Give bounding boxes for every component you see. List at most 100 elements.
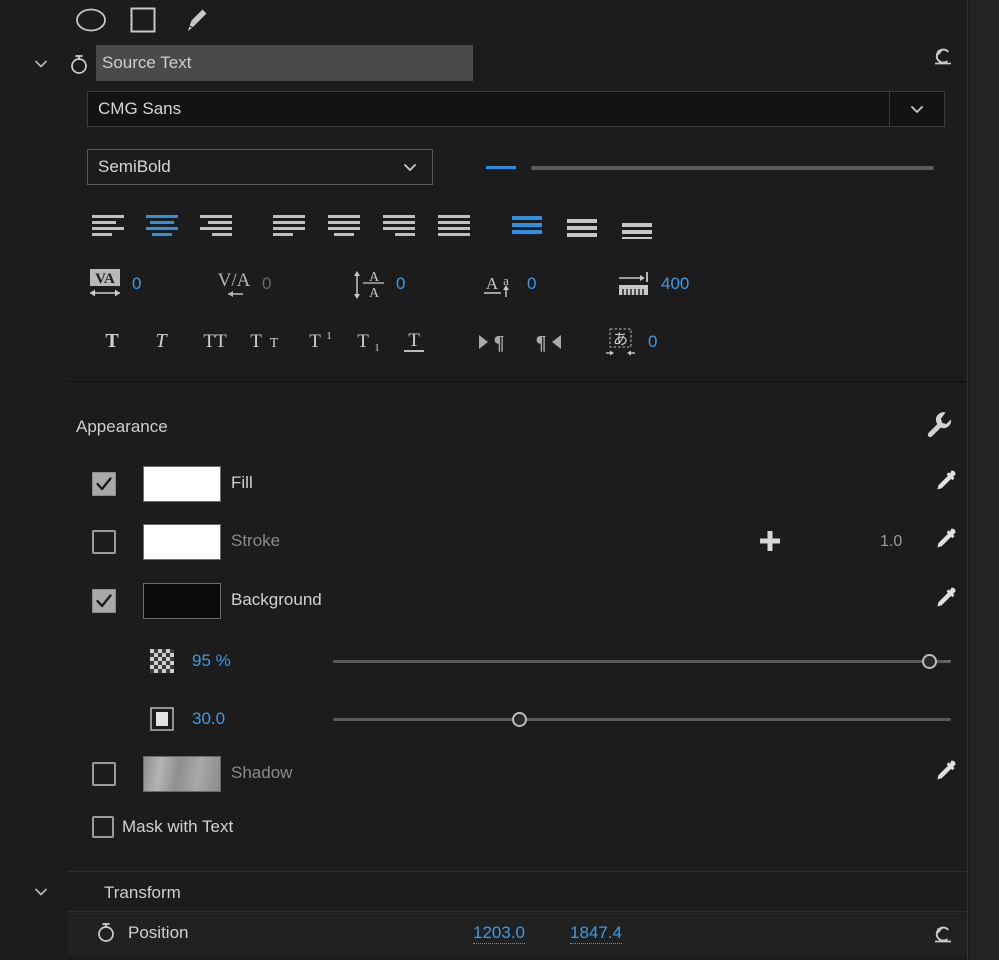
tracking-control[interactable]: VA 0: [86, 262, 141, 306]
position-label: Position: [128, 923, 189, 942]
baseline-shift-value[interactable]: 0: [527, 274, 536, 294]
shadow-row: Shadow: [0, 750, 969, 798]
justify-all-button[interactable]: [431, 205, 477, 245]
kerning-control[interactable]: V/A 0: [216, 262, 271, 306]
small-caps-button[interactable]: T T: [241, 320, 291, 364]
font-style-select[interactable]: SemiBold: [87, 149, 433, 185]
background-color-swatch[interactable]: [143, 583, 221, 619]
background-corner-radius-value[interactable]: 30.0: [192, 709, 225, 729]
stroke-checkbox[interactable]: [92, 530, 116, 554]
source-text-value-field[interactable]: Source Text: [96, 45, 473, 81]
checkerboard-icon: [150, 649, 176, 675]
subscript-button[interactable]: T 1: [346, 320, 390, 364]
paragraph-direction-ltr-button[interactable]: ¶: [472, 320, 514, 364]
font-style-chevron-down-icon[interactable]: [388, 157, 432, 177]
background-corner-radius-row: 30.0: [0, 698, 969, 744]
position-y-value[interactable]: 1847.4: [570, 923, 622, 944]
mask-with-text-checkbox[interactable]: [92, 816, 114, 838]
underline-button[interactable]: T: [394, 320, 434, 364]
paragraph-direction-rtl-button[interactable]: ¶: [527, 320, 569, 364]
leading-icon: A A: [350, 267, 388, 301]
ellipse-tool[interactable]: [74, 4, 108, 36]
stroke-label: Stroke: [231, 531, 281, 550]
stroke-color-swatch[interactable]: [143, 524, 221, 560]
justify-last-left-button[interactable]: [266, 205, 312, 245]
svg-text:T: T: [105, 330, 119, 352]
pen-tool[interactable]: [178, 4, 212, 36]
shadow-color-swatch[interactable]: [143, 756, 221, 792]
background-opacity-value[interactable]: 95 %: [192, 651, 231, 671]
svg-text:A: A: [369, 286, 380, 301]
background-opacity-slider[interactable]: [333, 660, 951, 663]
add-stroke-button[interactable]: [757, 528, 783, 554]
svg-text:T: T: [270, 336, 279, 351]
vertical-align-top-button[interactable]: [504, 205, 550, 245]
panel-divider: [967, 0, 968, 960]
background-corner-radius-slider-knob[interactable]: [512, 712, 527, 727]
tab-width-control[interactable]: 400: [615, 262, 689, 306]
align-left-button[interactable]: [85, 205, 131, 245]
rectangle-tool[interactable]: [126, 4, 160, 36]
fill-eyedropper-icon[interactable]: [932, 468, 958, 498]
source-text-expand-chevron-down-icon[interactable]: [32, 55, 50, 73]
faux-bold-button[interactable]: T: [92, 320, 132, 364]
source-text-reset-icon[interactable]: [930, 42, 956, 68]
position-stopwatch-icon[interactable]: [95, 921, 117, 943]
vertical-align-center-button[interactable]: [559, 205, 605, 245]
leading-control[interactable]: A A 0: [350, 262, 405, 306]
svg-text:T: T: [357, 331, 369, 352]
source-text-row: Source Text: [0, 42, 969, 86]
tsume-control[interactable]: あ 0: [602, 320, 657, 364]
justify-last-right-button[interactable]: [376, 205, 422, 245]
source-text-label: Source Text: [102, 53, 192, 72]
kerning-value[interactable]: 0: [262, 274, 271, 294]
text-metrics-row: VA 0 V/A 0 A A 0 A a 0 400: [0, 262, 969, 308]
source-text-stopwatch-icon[interactable]: [68, 53, 90, 75]
stroke-width-value[interactable]: 1.0: [880, 533, 902, 551]
tsume-icon: あ: [602, 325, 640, 359]
background-eyedropper-icon[interactable]: [932, 585, 958, 615]
wrench-icon[interactable]: [925, 410, 953, 440]
text-properties-panel: Source Text CMG Sans SemiBold VA 0 V/A 0…: [0, 0, 999, 960]
shadow-checkbox[interactable]: [92, 762, 116, 786]
font-family-chevron-down-icon[interactable]: [889, 92, 944, 126]
font-family-value: CMG Sans: [98, 99, 182, 118]
leading-value[interactable]: 0: [396, 274, 405, 294]
align-right-button[interactable]: [193, 205, 239, 245]
tracking-icon: VA: [86, 267, 124, 301]
fill-color-swatch[interactable]: [143, 466, 221, 502]
superscript-button[interactable]: T 1: [298, 320, 342, 364]
background-label: Background: [231, 590, 322, 609]
tab-width-value[interactable]: 400: [661, 274, 689, 294]
background-row: Background: [0, 577, 969, 625]
fill-checkbox[interactable]: [92, 472, 116, 496]
justify-last-center-button[interactable]: [321, 205, 367, 245]
font-size-slider[interactable]: [531, 166, 934, 170]
tsume-value[interactable]: 0: [648, 332, 657, 352]
transform-expand-chevron-down-icon[interactable]: [32, 883, 50, 901]
tracking-value[interactable]: 0: [132, 274, 141, 294]
background-corner-radius-slider[interactable]: [333, 718, 951, 721]
shadow-eyedropper-icon[interactable]: [932, 758, 958, 788]
appearance-divider: [68, 381, 968, 382]
background-opacity-row: 95 %: [0, 640, 969, 686]
stroke-eyedropper-icon[interactable]: [932, 526, 958, 556]
background-opacity-slider-end-tick: [944, 660, 951, 662]
baseline-shift-control[interactable]: A a 0: [481, 262, 536, 306]
svg-text:1: 1: [326, 330, 332, 342]
font-size-scrubber[interactable]: [486, 166, 516, 169]
position-reset-icon[interactable]: [930, 920, 956, 946]
fill-label: Fill: [231, 473, 253, 492]
svg-text:T: T: [309, 331, 321, 352]
font-family-select[interactable]: CMG Sans: [87, 91, 945, 127]
faux-italic-button[interactable]: T: [141, 320, 181, 364]
all-caps-button[interactable]: TT: [190, 320, 240, 364]
align-center-button[interactable]: [139, 205, 185, 245]
position-x-value[interactable]: 1203.0: [473, 923, 525, 944]
background-checkbox[interactable]: [92, 589, 116, 613]
background-opacity-slider-knob[interactable]: [922, 654, 937, 669]
vertical-align-bottom-button[interactable]: [614, 205, 660, 245]
svg-text:T: T: [155, 330, 168, 352]
font-style-value: SemiBold: [98, 157, 171, 176]
paragraph-alignment-row: [0, 205, 969, 249]
